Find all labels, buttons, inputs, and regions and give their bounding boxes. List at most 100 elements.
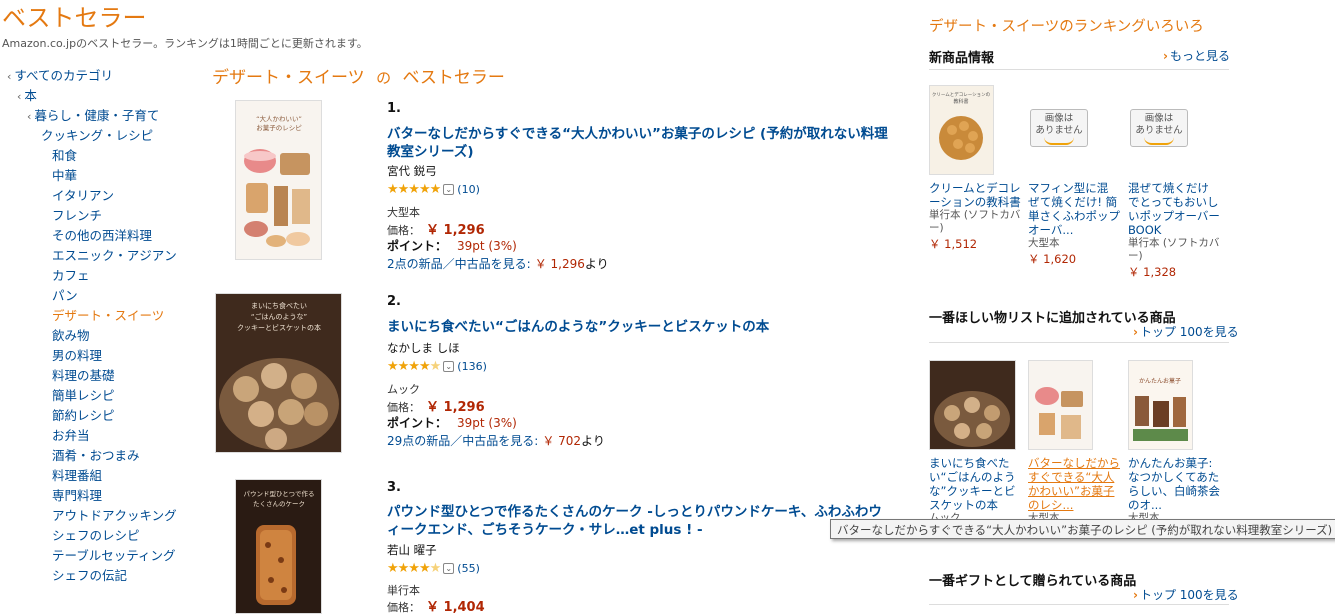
product-format: 単行本 (ソフトカバー): [1128, 237, 1220, 262]
svg-text:クッキーとビスケットの本: クッキーとビスケットの本: [237, 323, 321, 332]
svg-text:“大人かわいい”: “大人かわいい”: [256, 114, 302, 123]
product-cover[interactable]: クリームとデコレーションの 教科書: [929, 85, 994, 175]
no-image-text: 画像は ありません: [1135, 113, 1183, 136]
price-row: 価格： ￥ 1,296: [387, 219, 485, 238]
product-price: ￥ 1,512: [929, 237, 978, 251]
nav-item[interactable]: アウトドアクッキング: [52, 508, 177, 524]
points-label: ポイント：: [387, 416, 448, 430]
right-rankings-title: デザート・スイーツのランキングいろいろ: [929, 19, 1204, 35]
cover-art-icon: まいにち食べたい “ごはんのような” クッキーとビスケットの本: [216, 294, 341, 452]
nav-item[interactable]: シェフの伝記: [52, 568, 127, 584]
nav-item-label: 料理番組: [52, 468, 103, 483]
page-subtitle: Amazon.co.jpのベストセラー。ランキングは1時間ごとに更新されます。: [2, 37, 368, 50]
book-cover[interactable]: まいにち食べたい “ごはんのような” クッキーとビスケットの本: [215, 293, 342, 453]
nav-item[interactable]: カフェ: [52, 268, 90, 284]
chevron-down-icon[interactable]: ⌄: [443, 563, 455, 574]
nav-item-label: シェフのレシピ: [52, 528, 140, 543]
wishlist-more-link[interactable]: › トップ 100を見る: [1133, 323, 1239, 340]
product-title-link[interactable]: パウンド型ひとつで作るたくさんのケーク -しっとりパウンドケーキ、ふわふわウィー…: [387, 503, 892, 539]
nav-item[interactable]: イタリアン: [52, 188, 114, 204]
svg-text:まいにち食べたい: まいにち食べたい: [251, 301, 307, 310]
svg-text:パウンド型ひとつで作る: パウンド型ひとつで作る: [243, 489, 314, 498]
cover-art-icon: パウンド型ひとつで作る たくさんのケーク: [236, 480, 321, 613]
svg-text:たくさんのケーク: たくさんのケーク: [253, 500, 305, 508]
gift-more-link[interactable]: › トップ 100を見る: [1133, 586, 1239, 603]
nav-item-label: 専門料理: [52, 488, 103, 503]
chevron-right-icon: ›: [1133, 588, 1138, 602]
svg-text:“ごはんのような”: “ごはんのような”: [251, 312, 307, 321]
no-image-placeholder[interactable]: 画像は ありません: [1130, 109, 1188, 147]
used-offers-link[interactable]: 2点の新品／中古品を見る: ￥ 1,296より: [387, 255, 609, 272]
used-text: 29点の新品／中古品を見る:: [387, 434, 539, 448]
nav-item-label: 和食: [52, 148, 78, 163]
rating[interactable]: ★★★★★ ⌄ (10): [387, 182, 480, 197]
product-title-link[interactable]: バターなしだからすぐできる“大人かわいい”お菓子のレシピ (予約が取れない料理教…: [387, 125, 892, 161]
product-name-link[interactable]: 混ぜて焼くだけでとってもおいしいポップオーバーBOOK: [1128, 181, 1220, 237]
rating[interactable]: ★★★★★ ⌄ (136): [387, 359, 487, 374]
product-price: ￥ 1,620: [1028, 252, 1077, 266]
cover-art-icon: “大人かわいい” お菓子のレシピ: [236, 101, 321, 259]
nav-item-label: 男の料理: [52, 348, 103, 363]
category-heading: デザート・スイーツ の ベストセラー: [212, 63, 505, 88]
review-count[interactable]: (136): [457, 360, 487, 373]
product-name-link[interactable]: バターなしだからすぐできる“大人かわいい”お菓子のレシ...: [1028, 456, 1120, 512]
book-cover[interactable]: パウンド型ひとつで作る たくさんのケーク: [235, 479, 322, 614]
price-label: 価格：: [387, 224, 420, 237]
nav-item[interactable]: 専門料理: [52, 488, 102, 504]
product-cover[interactable]: [929, 360, 1016, 450]
product-name-link[interactable]: マフィン型に混ぜて焼くだけ! 簡単さくふわポップオーバ...: [1028, 181, 1120, 237]
product-cover[interactable]: かんたんお菓子: [1128, 360, 1193, 450]
review-count[interactable]: (10): [457, 183, 480, 196]
price-value: ￥ 1,296: [426, 400, 485, 415]
divider: [929, 342, 1229, 343]
wishlist-product: かんたんお菓子 かんたんお菓子: なつかしくてあたらしい、白崎茶会のオ... 大…: [1128, 360, 1220, 525]
divider: [929, 604, 1229, 605]
nav-item-label: クッキング・レシピ: [41, 128, 154, 143]
review-count[interactable]: (55): [457, 562, 480, 575]
svg-text:お菓子のレシピ: お菓子のレシピ: [256, 123, 302, 132]
nav-item[interactable]: クッキング・レシピ: [41, 128, 153, 144]
nav-item[interactable]: パン: [52, 288, 78, 304]
nav-item[interactable]: 酒肴・おつまみ: [52, 448, 140, 464]
nav-item[interactable]: ‹ 暮らし・健康・子育て: [27, 108, 159, 125]
nav-item-label: カフェ: [52, 268, 90, 283]
new-releases-more-link[interactable]: › もっと見る: [1163, 47, 1230, 64]
product-name-link[interactable]: クリームとデコレーションの教科書: [929, 181, 1021, 209]
nav-item[interactable]: 飲み物: [52, 328, 90, 344]
nav-item[interactable]: フレンチ: [52, 208, 102, 224]
more-label: トップ 100を見る: [1139, 588, 1239, 602]
no-image-placeholder[interactable]: 画像は ありません: [1030, 109, 1088, 147]
nav-item[interactable]: 節約レシピ: [52, 408, 115, 424]
nav-item[interactable]: 和食: [52, 148, 77, 164]
rating[interactable]: ★★★★★ ⌄ (55): [387, 561, 480, 576]
nav-item[interactable]: 料理の基礎: [52, 368, 115, 384]
nav-item[interactable]: 簡単レシピ: [52, 388, 115, 404]
product-name-link[interactable]: まいにち食べたい“ごはんのような”クッキーとビスケットの本: [929, 456, 1021, 512]
chevron-down-icon[interactable]: ⌄: [443, 184, 455, 195]
used-offers-link[interactable]: 29点の新品／中古品を見る: ￥ 702より: [387, 432, 605, 449]
bestseller-item: パウンド型ひとつで作る たくさんのケーク 3. パウンド型ひとつで作るたくさんの…: [210, 479, 910, 615]
nav-item[interactable]: 中華: [52, 168, 77, 184]
nav-item[interactable]: 男の料理: [52, 348, 102, 364]
nav-item[interactable]: ‹ すべてのカテゴリ: [7, 68, 113, 85]
nav-item[interactable]: ‹ 本: [17, 88, 37, 105]
nav-item[interactable]: その他の西洋料理: [52, 228, 152, 244]
product-title-link[interactable]: まいにち食べたい“ごはんのような”クッキーとビスケットの本: [387, 318, 892, 336]
nav-item[interactable]: エスニック・アジアン: [52, 248, 177, 264]
heading-tail: ベストセラー: [402, 68, 505, 88]
nav-item[interactable]: 料理番組: [52, 468, 102, 484]
wishlist-product: バターなしだからすぐできる“大人かわいい”お菓子のレシ... 大型本: [1028, 360, 1120, 525]
nav-item-label: 料理の基礎: [52, 368, 115, 383]
nav-item[interactable]: シェフのレシピ: [52, 528, 140, 544]
cover-art-icon: [1029, 361, 1092, 449]
nav-item[interactable]: お弁当: [52, 428, 90, 444]
gift-heading: 一番ギフトとして贈られている商品: [929, 574, 1137, 589]
nav-item[interactable]: テーブルセッティング: [52, 548, 176, 564]
points-row: ポイント： 39pt (3%): [387, 237, 517, 254]
product-cover[interactable]: [1028, 360, 1093, 450]
nav-item-label: フレンチ: [52, 208, 103, 223]
product-name-link[interactable]: かんたんお菓子: なつかしくてあたらしい、白崎茶会のオ...: [1128, 456, 1220, 512]
chevron-down-icon[interactable]: ⌄: [443, 361, 455, 372]
star-rating-icon: ★★★★★: [387, 182, 441, 197]
book-cover[interactable]: “大人かわいい” お菓子のレシピ: [235, 100, 322, 260]
